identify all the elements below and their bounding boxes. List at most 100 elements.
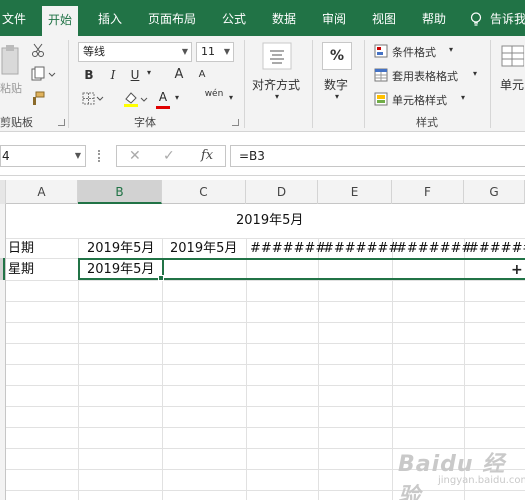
cells-icon[interactable] [500, 42, 525, 70]
conditional-format-button[interactable]: 条件格式 [392, 44, 436, 60]
tab-view[interactable]: 视图 [372, 0, 396, 36]
gridline-horizontal [6, 280, 525, 281]
cell-d2[interactable]: ####### [250, 240, 326, 258]
column-header-d[interactable]: D [246, 180, 318, 204]
ribbon: 粘贴 剪贴板 等线 ▼ 11 ▼ B I U ▾ A A A ▾ wén ▾ 字… [0, 36, 525, 132]
grow-font-button[interactable]: A [172, 67, 186, 82]
cell-e2[interactable]: ####### [323, 240, 399, 258]
font-size-value: 11 [201, 45, 215, 58]
bold-button[interactable]: B [82, 68, 96, 82]
gridline-horizontal [6, 385, 525, 386]
name-box-value: 4 [2, 149, 10, 163]
cut-icon[interactable] [30, 42, 46, 61]
column-header-e[interactable]: E [318, 180, 392, 204]
tab-help[interactable]: 帮助 [422, 0, 446, 36]
cancel-icon[interactable]: ✕ [129, 148, 141, 164]
ribbon-separator [68, 40, 69, 128]
chevron-down-icon[interactable]: ▼ [75, 146, 81, 166]
ribbon-separator [312, 40, 313, 128]
cell-a3[interactable]: 星期 [8, 261, 34, 279]
chevron-down-icon[interactable]: ▾ [458, 93, 468, 102]
cross-cursor-icon: + [511, 262, 523, 278]
font-color-dropdown-icon[interactable]: ▾ [172, 93, 182, 102]
chevron-down-icon: ▼ [181, 47, 188, 56]
gridline-horizontal [6, 427, 525, 428]
styles-group-label: 样式 [416, 116, 438, 129]
column-header-c[interactable]: C [162, 180, 246, 204]
tab-data[interactable]: 数据 [272, 0, 296, 36]
fill-color-icon[interactable] [122, 90, 148, 111]
tab-home[interactable]: 开始 [42, 6, 79, 36]
tab-tell-me[interactable]: 告诉我 [490, 0, 525, 36]
cell-styles-icon [374, 92, 388, 109]
underline-button[interactable]: U [128, 68, 142, 82]
font-color-swatch [156, 106, 170, 109]
cell-f2[interactable]: ####### [396, 240, 472, 258]
italic-button[interactable]: I [106, 68, 120, 82]
cell-b3: 2019年5月 [87, 262, 155, 277]
chevron-down-icon[interactable]: ▾ [446, 45, 456, 54]
column-header-row: A B C D E F G [0, 180, 525, 204]
clipboard-launcher-icon[interactable] [58, 119, 65, 126]
copy-icon[interactable] [30, 66, 56, 85]
shrink-font-button[interactable]: A [196, 69, 208, 80]
format-painter-icon[interactable] [30, 90, 46, 109]
cell-g2-text: ######## [468, 241, 525, 256]
cell-c2[interactable]: 2019年5月 [170, 240, 237, 258]
phonetic-guide-button[interactable]: wén [204, 89, 224, 99]
font-launcher-icon[interactable] [232, 119, 239, 126]
phonetic-dropdown-icon[interactable]: ▾ [226, 93, 236, 102]
name-box-splitter[interactable] [98, 150, 100, 162]
formula-bar: 4 ▼ ✕ ✓ fx =B3 [0, 132, 525, 176]
watermark-logo: Baidu 经验 [398, 452, 506, 500]
column-header-f[interactable]: F [392, 180, 464, 204]
underline-dropdown-icon[interactable]: ▾ [144, 68, 154, 77]
alignment-button[interactable]: 对齐方式 [252, 76, 300, 93]
paste-label[interactable]: 粘贴 [0, 80, 22, 96]
name-box[interactable]: 4 ▼ [0, 145, 86, 167]
selection-range [162, 258, 525, 280]
paste-icon[interactable] [0, 42, 22, 78]
cell-styles-button[interactable]: 单元格样式 [392, 92, 447, 108]
chevron-down-icon[interactable]: ▾ [470, 69, 480, 78]
gridline-horizontal [6, 322, 525, 323]
number-label[interactable]: 数字 [324, 76, 348, 93]
font-color-button[interactable]: A [156, 90, 170, 104]
format-as-table-button[interactable]: 套用表格格式 [392, 68, 458, 84]
cell-g2[interactable]: ######## [468, 240, 525, 258]
cell-a2[interactable]: 日期 [8, 240, 34, 258]
font-size-combo[interactable]: 11 ▼ [196, 42, 234, 62]
tab-review[interactable]: 审阅 [322, 0, 346, 36]
font-name-value: 等线 [83, 45, 105, 58]
formula-buttons: ✕ ✓ fx [116, 145, 226, 167]
column-header-a[interactable]: A [6, 180, 78, 204]
number-format-button[interactable]: % [322, 42, 352, 70]
cell-b2[interactable]: 2019年5月 [87, 240, 154, 258]
column-header-g[interactable]: G [464, 180, 525, 204]
row-header-strip[interactable] [0, 204, 6, 500]
alignment-icon[interactable] [262, 42, 292, 70]
gridline-vertical [78, 204, 79, 500]
fill-handle[interactable] [158, 275, 164, 281]
formula-input[interactable]: =B3 [230, 145, 525, 167]
borders-icon[interactable] [82, 92, 104, 109]
enter-icon[interactable]: ✓ [163, 148, 175, 164]
lightbulb-icon [470, 12, 482, 26]
ribbon-separator [490, 40, 491, 128]
tab-file[interactable]: 文件 [2, 0, 26, 36]
tab-insert[interactable]: 插入 [98, 0, 122, 36]
ribbon-separator [244, 40, 245, 128]
chevron-down-icon: ▼ [223, 47, 230, 56]
column-header-b[interactable]: B [78, 180, 162, 204]
cells-group-button[interactable]: 单元 [500, 76, 524, 93]
font-name-combo[interactable]: 等线 ▼ [78, 42, 192, 62]
chevron-down-icon[interactable]: ▾ [272, 92, 282, 101]
clipboard-group-label: 剪贴板 [0, 116, 33, 129]
gridline-horizontal [6, 238, 525, 239]
excel-window: 文件 开始 插入 页面布局 公式 数据 审阅 视图 帮助 告诉我 粘贴 剪贴板 [0, 0, 525, 500]
tab-formulas[interactable]: 公式 [222, 0, 246, 36]
tab-page-layout[interactable]: 页面布局 [148, 0, 196, 36]
insert-function-button[interactable]: fx [201, 148, 213, 163]
row-header-selected[interactable] [0, 258, 5, 280]
chevron-down-icon[interactable]: ▾ [332, 92, 342, 101]
